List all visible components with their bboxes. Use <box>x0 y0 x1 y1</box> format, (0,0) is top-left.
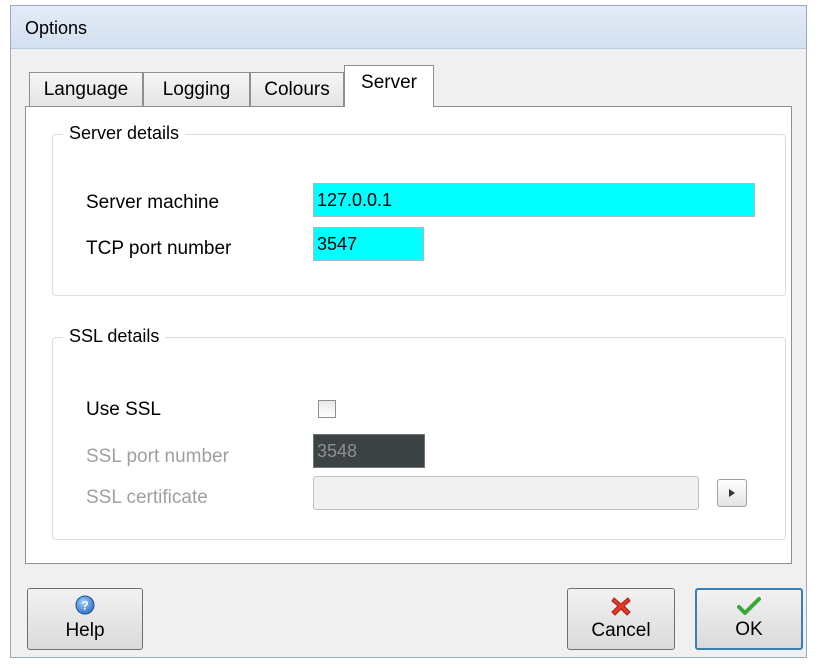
server-machine-input[interactable]: 127.0.0.1 <box>313 183 755 217</box>
tab-colours[interactable]: Colours <box>250 72 344 106</box>
use-ssl-checkbox[interactable] <box>318 400 336 418</box>
help-button[interactable]: ? Help <box>27 588 143 650</box>
help-icon: ? <box>28 595 142 617</box>
ssl-details-group: SSL details Use SSL SSL port number 3548… <box>52 326 786 540</box>
cancel-x-icon <box>568 595 674 617</box>
window-title: Options <box>25 18 88 38</box>
browse-certificate-button[interactable] <box>717 479 747 507</box>
tcp-port-label: TCP port number <box>86 238 232 259</box>
ok-button-label: OK <box>735 619 763 640</box>
ok-button[interactable]: OK <box>695 588 803 650</box>
cancel-button[interactable]: Cancel <box>567 588 675 650</box>
checkmark-icon <box>697 596 801 618</box>
tab-logging[interactable]: Logging <box>143 72 250 106</box>
svg-text:?: ? <box>81 599 88 613</box>
help-button-label: Help <box>65 620 105 641</box>
ssl-details-legend: SSL details <box>63 326 166 347</box>
ssl-certificate-input[interactable] <box>313 476 699 510</box>
title-bar: Options <box>11 6 806 49</box>
server-details-group: Server details Server machine 127.0.0.1 … <box>52 123 786 296</box>
ssl-port-label: SSL port number <box>86 446 229 467</box>
cancel-button-label: Cancel <box>591 620 651 641</box>
tcp-port-input[interactable]: 3547 <box>313 227 424 261</box>
tab-language[interactable]: Language <box>29 72 143 106</box>
play-arrow-icon <box>729 489 735 497</box>
ssl-port-input[interactable]: 3548 <box>313 434 425 468</box>
use-ssl-label: Use SSL <box>86 399 161 420</box>
ssl-certificate-label: SSL certificate <box>86 487 208 508</box>
server-tab-panel: Server details Server machine 127.0.0.1 … <box>25 106 792 564</box>
options-dialog: Options Language Logging Colours Server … <box>10 5 807 658</box>
tab-server[interactable]: Server <box>344 65 434 107</box>
server-details-legend: Server details <box>63 123 186 144</box>
server-machine-label: Server machine <box>86 192 220 213</box>
